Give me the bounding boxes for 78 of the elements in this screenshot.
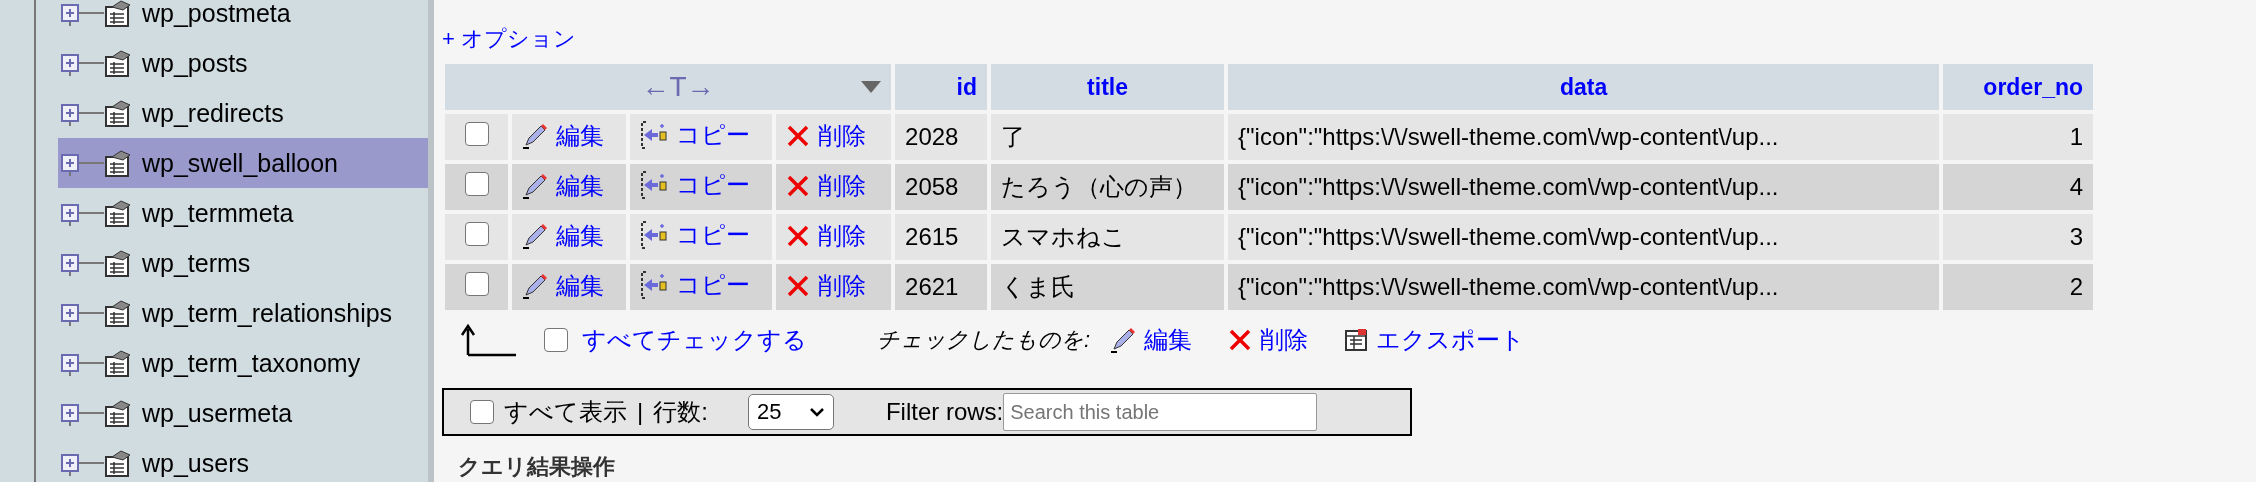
- table-cell: {"icon":"https:\/\/swell-theme.com\/wp-content\/up...: [1228, 264, 1940, 310]
- options-link[interactable]: + オプション: [442, 24, 576, 54]
- table-cell: 1: [1943, 114, 2094, 160]
- row-checkbox[interactable]: [464, 122, 489, 146]
- show-all-label: すべて表示: [504, 397, 627, 427]
- sidebar-item[interactable]: wp_terms: [58, 238, 428, 288]
- table-cell: 4: [1943, 164, 2094, 210]
- table-cell: たろう（心の声）: [991, 164, 1225, 210]
- delete-link[interactable]: 削除: [1228, 324, 1309, 356]
- delete-icon: [786, 274, 810, 298]
- pencil-icon: [522, 222, 548, 249]
- check-all-link[interactable]: すべてチェックする: [582, 324, 807, 356]
- pencil-icon: [1110, 327, 1137, 353]
- table-cell: {"icon":"https:\/\/swell-theme.com\/wp-content\/up...: [1228, 164, 1940, 210]
- sidebar-item[interactable]: wp_redirects: [58, 88, 428, 138]
- table-icon: [104, 299, 132, 327]
- check-all-checkbox[interactable]: [544, 328, 568, 352]
- table-cell: 2058: [895, 164, 988, 210]
- copy-icon: [640, 169, 668, 200]
- dropdown-icon[interactable]: [861, 81, 882, 93]
- sidebar-item[interactable]: wp_termmeta: [58, 188, 428, 238]
- table-cell: 了: [991, 114, 1225, 160]
- table-cell: 2: [1943, 264, 2094, 310]
- table-icon: [104, 99, 132, 127]
- table-icon: [104, 0, 132, 27]
- sidebar-item[interactable]: wp_term_taxonomy: [58, 338, 428, 388]
- with-selected-label: チェックしたものを:: [877, 326, 1091, 354]
- sidebar-item[interactable]: wp_swell_balloon: [58, 138, 428, 188]
- table-icon: [104, 249, 132, 277]
- column-header[interactable]: order_no: [1943, 64, 2094, 110]
- table-cell: くま氏: [991, 264, 1225, 310]
- chevron-down-icon: [808, 407, 825, 417]
- row-checkbox[interactable]: [464, 172, 489, 196]
- table-cell: 3: [1943, 214, 2094, 260]
- row-checkbox[interactable]: [464, 222, 489, 246]
- delete-icon: [786, 174, 810, 198]
- section-heading: クエリ結果操作: [458, 453, 616, 481]
- edit-link[interactable]: 編集: [1110, 324, 1193, 356]
- pencil-icon: [522, 172, 548, 199]
- search-field[interactable]: Search this table: [1003, 393, 1318, 431]
- table-icon: [104, 349, 132, 377]
- table-cell: スマホねこ: [991, 214, 1225, 260]
- export-link[interactable]: エクスポート: [1344, 324, 1526, 356]
- delete-icon: [1228, 328, 1253, 352]
- copy-icon: [640, 219, 668, 250]
- sidebar-item[interactable]: wp_posts: [58, 38, 428, 88]
- rows-select[interactable]: 25: [747, 394, 834, 430]
- row-checkbox[interactable]: [464, 272, 489, 296]
- table-cell: 2621: [895, 264, 988, 310]
- table-icon: [104, 199, 132, 227]
- sidebar-item[interactable]: wp_postmeta: [58, 0, 428, 38]
- table-icon: [104, 449, 132, 477]
- column-toggle[interactable]: ←T→: [455, 71, 862, 103]
- column-header[interactable]: id: [895, 64, 988, 110]
- sidebar-item[interactable]: wp_term_relationships: [58, 288, 428, 338]
- export-icon: [1344, 328, 1369, 352]
- delete-icon: [786, 124, 810, 148]
- table-icon: [104, 399, 132, 427]
- rows-label: 行数:: [653, 397, 708, 427]
- column-header[interactable]: data: [1228, 64, 1940, 110]
- table-icon: [104, 149, 132, 177]
- filter-label: Filter rows:: [885, 398, 1004, 426]
- arrow-icon: [458, 323, 518, 357]
- sidebar-item[interactable]: wp_usermeta: [58, 388, 428, 438]
- copy-icon: [640, 269, 668, 300]
- show-all-checkbox[interactable]: [470, 400, 494, 424]
- separator: |: [637, 398, 644, 426]
- table-cell: {"icon":"https:\/\/swell-theme.com\/wp-content\/up...: [1228, 114, 1940, 160]
- sidebar-item[interactable]: wp_users: [58, 438, 428, 482]
- table-cell: 2028: [895, 114, 988, 160]
- delete-icon: [786, 224, 810, 248]
- table-icon: [104, 49, 132, 77]
- table-cell: {"icon":"https:\/\/swell-theme.com\/wp-content\/up...: [1228, 214, 1940, 260]
- column-header[interactable]: title: [991, 64, 1225, 110]
- pencil-icon: [522, 272, 548, 299]
- table-cell: 2615: [895, 214, 988, 260]
- pencil-icon: [522, 122, 548, 149]
- copy-icon: [640, 119, 668, 150]
